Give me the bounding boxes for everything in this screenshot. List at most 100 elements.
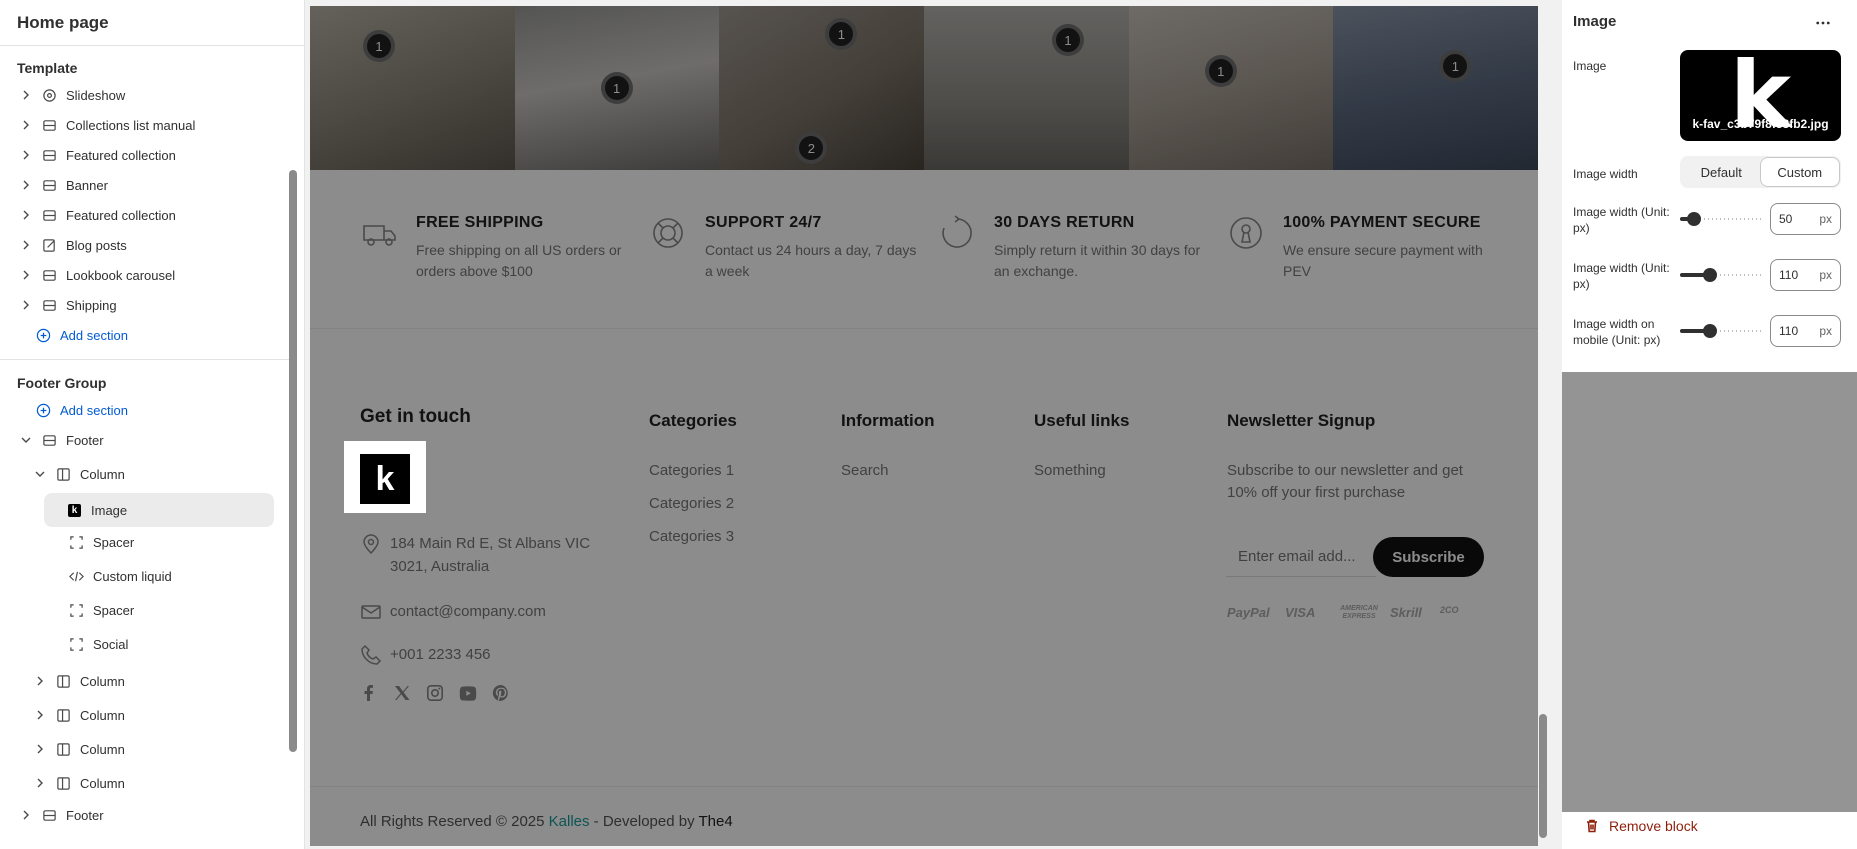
hotspot-marker[interactable]: 1 [363, 30, 395, 62]
hotspot-marker[interactable]: 1 [600, 72, 633, 104]
section-featured-collection[interactable]: Featured collection [0, 142, 285, 168]
preview-scrollbar[interactable] [1539, 714, 1547, 838]
footer-link[interactable]: Something [1034, 462, 1106, 479]
more-options-icon[interactable] [1812, 12, 1834, 34]
footer-link[interactable]: Search [841, 462, 889, 479]
chevron-down-icon[interactable] [20, 434, 32, 446]
phone-text: +001 2233 456 [390, 646, 491, 663]
image-width-input[interactable]: 50 px [1770, 203, 1841, 235]
image-width-mobile-input[interactable]: 110 px [1770, 315, 1841, 347]
selected-footer-logo[interactable]: k [344, 441, 426, 513]
image-width-input-2[interactable]: 110 px [1770, 259, 1841, 291]
remove-block-button[interactable]: Remove block [1585, 818, 1698, 834]
footer-link[interactable]: Categories 2 [649, 495, 734, 512]
footer-link[interactable]: Categories 3 [649, 528, 734, 545]
instagram-icon[interactable] [426, 684, 444, 702]
chevron-right-icon[interactable] [20, 89, 32, 101]
block-spacer[interactable]: Spacer [0, 529, 285, 555]
feature-title: SUPPORT 24/7 [705, 214, 822, 231]
newsletter-email-input[interactable] [1226, 537, 1376, 577]
slider-thumb[interactable] [1703, 324, 1717, 338]
block-label: Social [93, 636, 129, 652]
chevron-down-icon[interactable] [34, 468, 46, 480]
hotspot-marker[interactable]: 2 [795, 132, 828, 164]
block-custom-liquid[interactable]: Custom liquid [0, 563, 285, 589]
slider-thumb[interactable] [1687, 212, 1701, 226]
sidebar-scrollbar[interactable] [289, 170, 297, 752]
chevron-right-icon[interactable] [34, 709, 46, 721]
section-label: Lookbook carousel [66, 267, 176, 283]
image-width-toggle[interactable]: Default Custom [1680, 156, 1841, 188]
developer-link[interactable]: The4 [698, 813, 732, 830]
brand-link[interactable]: Kalles [549, 813, 590, 830]
section-slideshow[interactable]: Slideshow [0, 82, 285, 108]
section-blog-posts[interactable]: Blog posts [0, 232, 285, 258]
section-footer-2[interactable]: Footer [0, 802, 285, 828]
contact-email[interactable]: contact@company.com [360, 600, 546, 623]
image-width-slider[interactable] [1680, 212, 1763, 226]
block-image-selected[interactable]: k Image [40, 489, 282, 531]
x-twitter-icon[interactable] [393, 684, 411, 702]
section-footer[interactable]: Footer [0, 427, 285, 453]
footer-link[interactable]: Categories 1 [649, 462, 734, 479]
section-icon [41, 807, 57, 823]
hotspot-marker[interactable]: 1 [1052, 24, 1085, 56]
chevron-right-icon[interactable] [20, 149, 32, 161]
pinterest-icon[interactable] [492, 684, 510, 702]
add-section-footer[interactable]: Add section [0, 397, 285, 423]
plus-circle-icon [35, 327, 51, 343]
section-collections-list[interactable]: Collections list manual [0, 112, 285, 138]
chevron-right-icon[interactable] [34, 675, 46, 687]
image-picker[interactable]: k k-fav_c3b79f8f58fb2.jpg [1680, 50, 1841, 141]
block-column-expanded[interactable]: Column [0, 461, 285, 487]
section-label: Shipping [66, 297, 117, 313]
section-lookbook-carousel[interactable]: Lookbook carousel [0, 262, 285, 288]
chevron-right-icon[interactable] [20, 209, 32, 221]
add-section-template[interactable]: Add section [0, 322, 285, 348]
youtube-icon[interactable] [459, 684, 477, 702]
feature-text: Contact us 24 hours a day, 7 days a week [705, 242, 917, 279]
hotspot-marker[interactable]: 1 [825, 18, 858, 50]
block-column-collapsed[interactable]: Column [0, 702, 285, 728]
chevron-right-icon[interactable] [20, 179, 32, 191]
section-shipping[interactable]: Shipping [0, 292, 285, 318]
block-spacer-2[interactable]: Spacer [0, 597, 285, 623]
contact-phone[interactable]: +001 2233 456 [360, 643, 491, 666]
hotspot-marker[interactable]: 1 [1439, 50, 1472, 82]
return-icon [938, 214, 976, 252]
truck-icon [360, 214, 398, 252]
chevron-right-icon[interactable] [20, 809, 32, 821]
block-social[interactable]: Social [0, 631, 285, 657]
chevron-right-icon[interactable] [20, 119, 32, 131]
subscribe-button[interactable]: Subscribe [1373, 537, 1484, 577]
image-width-slider-2[interactable] [1680, 268, 1763, 282]
chevron-right-icon[interactable] [20, 269, 32, 281]
chevron-right-icon[interactable] [34, 777, 46, 789]
copyright-bar: All Rights Reserved © 2025 Kalles - Deve… [310, 786, 1538, 846]
image-width-mobile-slider[interactable] [1680, 324, 1763, 338]
section-featured-collection-2[interactable]: Featured collection [0, 202, 285, 228]
code-icon [68, 568, 84, 584]
default-option[interactable]: Default [1682, 158, 1761, 186]
hotspot-marker[interactable]: 1 [1204, 55, 1237, 87]
block-image-row[interactable]: k Image [44, 493, 274, 527]
custom-option[interactable]: Custom [1760, 158, 1839, 186]
input-value: 110 [1779, 268, 1799, 282]
block-column-collapsed[interactable]: Column [0, 736, 285, 762]
block-column-collapsed[interactable]: Column [0, 770, 285, 796]
section-label: Footer [66, 432, 104, 448]
section-icon [41, 207, 57, 223]
section-icon [41, 297, 57, 313]
block-column-collapsed[interactable]: Column [0, 668, 285, 694]
slider-thumb[interactable] [1703, 268, 1717, 282]
feature-item: 100% PAYMENT SECURE We ensure secure paym… [1227, 214, 1503, 282]
chevron-right-icon[interactable] [20, 239, 32, 251]
facebook-icon[interactable] [360, 684, 378, 702]
chevron-right-icon[interactable] [20, 299, 32, 311]
section-banner[interactable]: Banner [0, 172, 285, 198]
contact-address: 184 Main Rd E, St Albans VIC 3021, Austr… [360, 532, 630, 578]
k-logo-icon: k [68, 503, 81, 517]
chevron-right-icon[interactable] [34, 743, 46, 755]
block-label: Column [80, 741, 125, 757]
get-in-touch-heading: Get in touch [360, 406, 471, 427]
